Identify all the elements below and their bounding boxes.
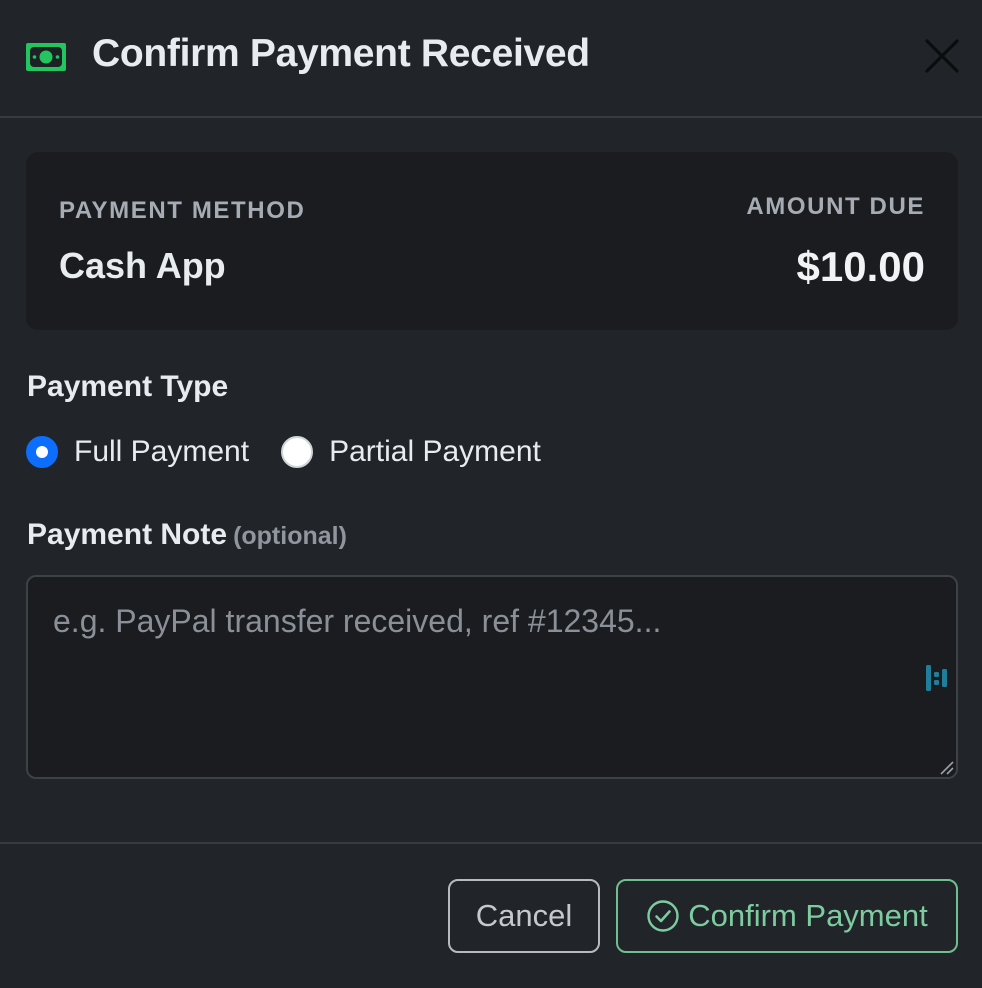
payment-note-placeholder: e.g. PayPal transfer received, ref #1234… xyxy=(53,603,662,639)
confirm-payment-button[interactable]: Confirm Payment xyxy=(616,879,958,953)
payment-note-label-text: Payment Note xyxy=(27,518,228,551)
dialog-header: Confirm Payment Received xyxy=(0,0,982,118)
resize-handle-icon[interactable] xyxy=(938,759,954,775)
cancel-button[interactable]: Cancel xyxy=(448,879,600,953)
payment-note-textarea[interactable]: e.g. PayPal transfer received, ref #1234… xyxy=(26,575,958,779)
partial-payment-radio[interactable] xyxy=(281,436,314,468)
payment-type-radio-group: Full Payment Partial Payment xyxy=(26,432,541,472)
dialog-footer: Cancel Confirm Payment xyxy=(0,842,982,988)
full-payment-label[interactable]: Full Payment xyxy=(74,435,249,469)
close-button[interactable] xyxy=(920,34,964,78)
check-circle-icon xyxy=(646,899,680,933)
amount-due-label: AMOUNT DUE xyxy=(746,193,925,220)
partial-payment-label[interactable]: Partial Payment xyxy=(329,435,541,469)
close-icon xyxy=(925,39,959,73)
amount-due-value: $10.00 xyxy=(796,243,925,290)
dialog-title: Confirm Payment Received xyxy=(92,32,590,75)
cancel-button-label: Cancel xyxy=(475,898,573,933)
payment-summary-card: PAYMENT METHOD Cash App AMOUNT DUE $10.0… xyxy=(26,152,958,330)
confirm-payment-dialog: Confirm Payment Received PAYMENT METHOD … xyxy=(0,0,982,988)
confirm-payment-label: Confirm Payment xyxy=(688,898,928,933)
cash-icon xyxy=(25,42,67,72)
payment-method-label: PAYMENT METHOD xyxy=(59,197,306,224)
optional-hint: (optional) xyxy=(233,522,347,550)
payment-method-value: Cash App xyxy=(59,245,226,286)
payment-note-label: Payment Note (optional) xyxy=(27,518,347,552)
grammar-assistant-icon[interactable] xyxy=(924,663,950,693)
payment-type-label: Payment Type xyxy=(27,370,229,403)
full-payment-radio[interactable] xyxy=(26,436,58,468)
